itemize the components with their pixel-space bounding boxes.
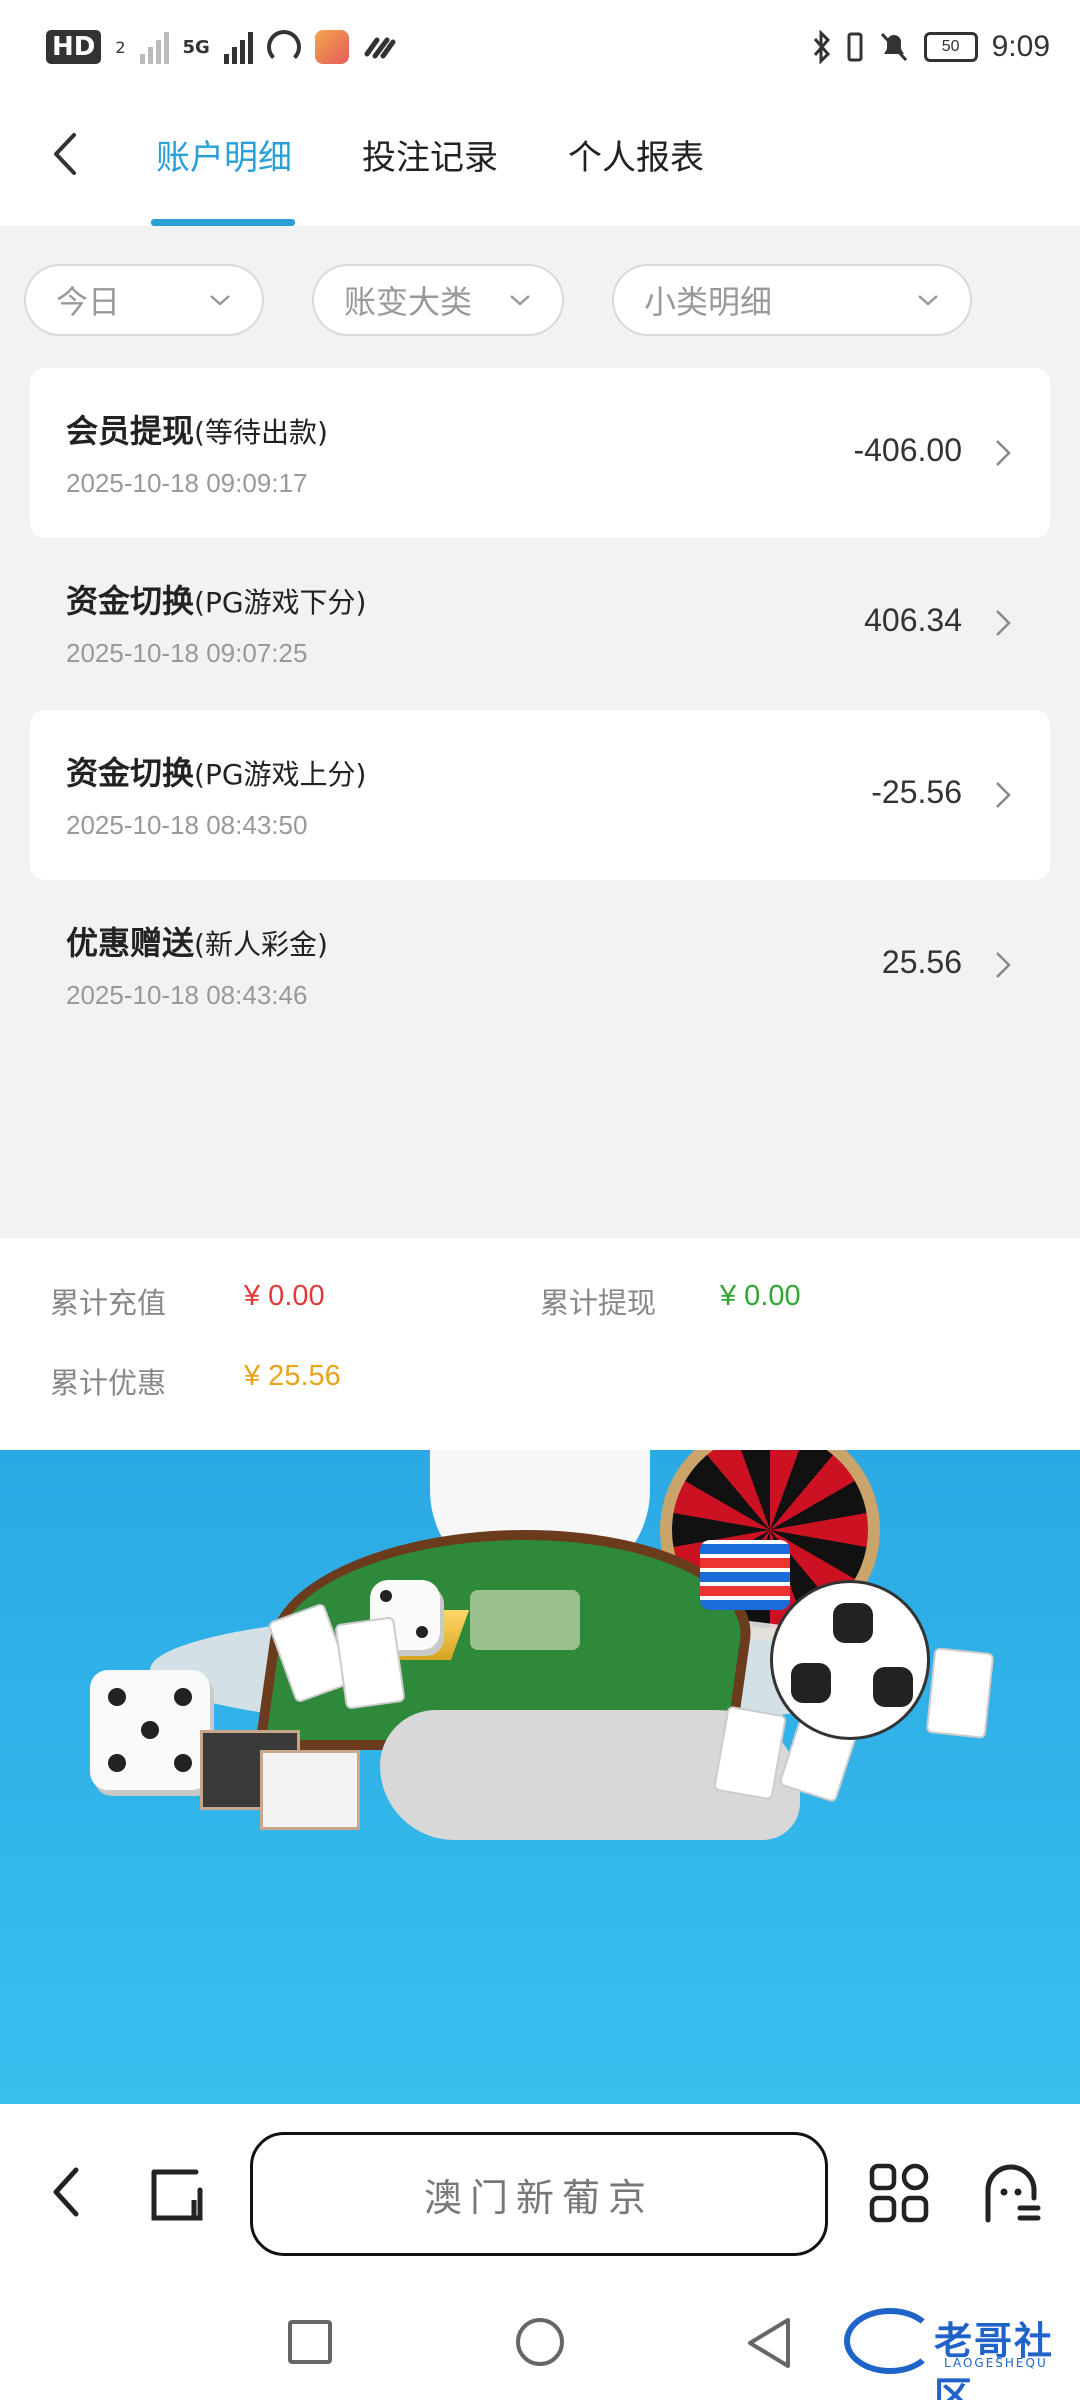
browser-back-button[interactable]: [46, 2164, 86, 2220]
battery-icon: 50: [923, 32, 978, 62]
cash-image: [470, 1590, 580, 1650]
back-button[interactable]: [40, 124, 90, 184]
transaction-row[interactable]: 优惠赠送(新人彩金) 2025-10-18 08:43:46 25.56: [30, 880, 1050, 1050]
browser-toolbar: 澳门新葡京: [0, 2104, 1080, 2280]
active-tab-indicator: [151, 219, 295, 226]
dice-image: [90, 1670, 210, 1790]
subcategory-filter-value: 小类明细: [644, 283, 773, 321]
system-navigation-bar: 老哥社区 LAOGESHEQU: [0, 2280, 1080, 2400]
total-deposit-value: ¥ 0.00: [244, 1280, 325, 1312]
chevron-right-icon: [996, 952, 1011, 978]
tab-bet-records[interactable]: 投注记录: [362, 130, 498, 179]
transaction-row[interactable]: 资金切换(PG游戏上分) 2025-10-18 08:43:50 -25.56: [30, 710, 1050, 880]
menu-ghost-icon[interactable]: [980, 2162, 1042, 2224]
tab-personal-report[interactable]: 个人报表: [568, 130, 704, 179]
transaction-amount: 25.56: [881, 944, 962, 980]
playing-card-image: [925, 1647, 995, 1739]
chevron-down-icon: [918, 295, 938, 306]
transaction-time: 2025-10-18 09:09:17: [66, 468, 308, 498]
address-bar[interactable]: 澳门新葡京: [250, 2132, 828, 2256]
transaction-title: 资金切换(PG游戏上分): [66, 754, 367, 792]
transaction-title: 会员提现(等待出款): [66, 412, 328, 450]
transaction-row[interactable]: 资金切换(PG游戏下分) 2025-10-18 09:07:25 406.34: [30, 538, 1050, 708]
chevron-down-icon: [510, 295, 530, 306]
home-button[interactable]: [516, 2318, 564, 2366]
date-filter-value: 今日: [56, 283, 121, 321]
date-filter-dropdown[interactable]: 今日: [24, 264, 264, 336]
transaction-row[interactable]: 会员提现(等待出款) 2025-10-18 09:09:17 -406.00: [30, 368, 1050, 538]
transaction-time: 2025-10-18 09:07:25: [66, 638, 308, 668]
link-icon: [364, 37, 396, 59]
network-type: 5G: [182, 36, 210, 58]
transaction-title: 优惠赠送(新人彩金): [66, 924, 328, 962]
back-arrow-icon: [54, 133, 76, 175]
chevron-right-icon: [996, 440, 1011, 466]
clock: 9:09: [991, 30, 1050, 63]
apps-grid-icon[interactable]: [868, 2162, 930, 2224]
transaction-time: 2025-10-18 08:43:50: [66, 810, 308, 840]
subcategory-filter-dropdown[interactable]: 小类明细: [612, 264, 972, 336]
watermark-logo: 老哥社区 LAOGESHEQU: [840, 2300, 1070, 2400]
gift-box-white-image: [260, 1750, 360, 1830]
total-bonus-value: ¥ 25.56: [244, 1360, 341, 1392]
watermark-text: 老哥社区: [934, 2319, 1055, 2400]
hd-sub: 2: [115, 37, 126, 57]
hotspot-icon: [266, 30, 301, 64]
signal-icon-sim2: [223, 30, 253, 64]
transaction-amount: 406.34: [864, 602, 962, 638]
totals-summary: 累计充值 ¥ 0.00 累计提现 ¥ 0.00 累计优惠 ¥ 25.56: [0, 1238, 1080, 1450]
chevron-right-icon: [996, 610, 1011, 636]
category-filter-value: 账变大类: [344, 283, 473, 321]
total-withdraw-label: 累计提现: [540, 1286, 657, 1320]
status-bar-left: HD 2 5G: [46, 30, 397, 64]
playing-card-image: [334, 1616, 406, 1710]
poker-chips-image: [700, 1540, 790, 1610]
category-filter-dropdown[interactable]: 账变大类: [312, 264, 564, 336]
mute-bell-icon: [880, 32, 907, 62]
total-deposit-label: 累计充值: [50, 1286, 167, 1320]
chevron-right-icon: [996, 782, 1011, 808]
hd-icon: HD: [46, 30, 102, 64]
dragon-logo-icon: [844, 2308, 936, 2374]
soccer-ball-image: [770, 1580, 930, 1740]
tab-account-details[interactable]: 账户明细: [156, 130, 292, 179]
tabs-icon[interactable]: [146, 2164, 208, 2226]
watermark-subtext: LAOGESHEQU: [944, 2356, 1048, 2370]
total-bonus-label: 累计优惠: [50, 1366, 167, 1400]
status-bar-right: 50 9:09: [812, 30, 1050, 64]
transactions-panel: 今日 账变大类 小类明细 会员提现(等待出款) 2025-10-18 09:09…: [0, 226, 1080, 1238]
transaction-time: 2025-10-18 08:43:46: [66, 980, 308, 1010]
status-bar: HD 2 5G 50 9:09: [0, 0, 1080, 100]
recent-apps-button[interactable]: [288, 2320, 332, 2364]
top-nav: 账户明细 投注记录 个人报表: [0, 100, 1080, 226]
casino-promo-banner[interactable]: [0, 1450, 1080, 2104]
chevron-down-icon: [210, 295, 230, 306]
system-back-button[interactable]: [744, 2316, 794, 2370]
signal-icon-sim1: [139, 30, 169, 64]
bluetooth-icon: [813, 30, 830, 64]
transaction-amount: -406.00: [853, 432, 962, 468]
transaction-title: 资金切换(PG游戏下分): [66, 582, 367, 620]
app-notification-icon: [314, 30, 349, 64]
total-withdraw-value: ¥ 0.00: [720, 1280, 801, 1312]
transaction-amount: -25.56: [871, 774, 962, 810]
vibrate-icon: [847, 32, 863, 62]
